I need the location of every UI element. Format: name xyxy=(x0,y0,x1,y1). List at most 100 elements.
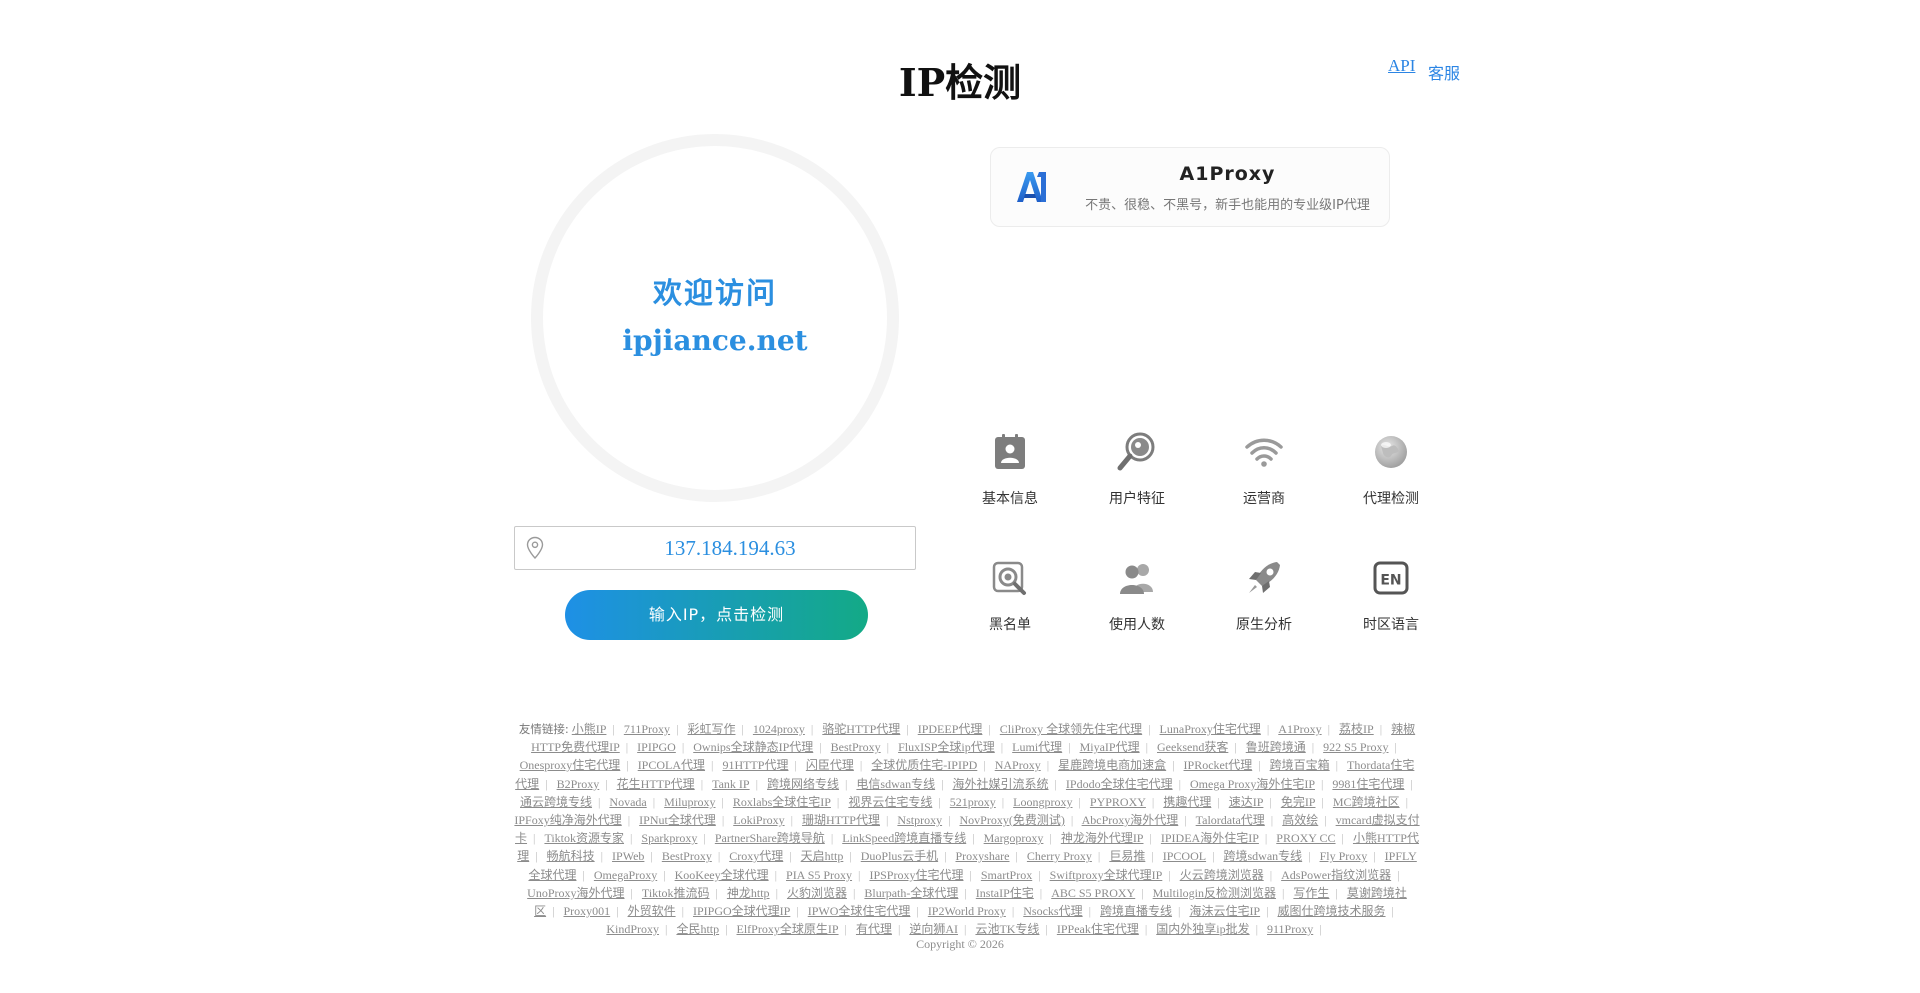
friend-link[interactable]: 9981住宅代理 xyxy=(1332,777,1404,791)
friend-link[interactable]: SmartProx xyxy=(981,868,1032,882)
friend-link[interactable]: 1024proxy xyxy=(753,722,805,736)
friend-link[interactable]: BestProxy xyxy=(831,740,881,754)
api-link[interactable]: API xyxy=(1388,56,1415,76)
friend-link[interactable]: KooKeey全球代理 xyxy=(675,868,769,882)
friend-link[interactable]: Blurpath-全球代理 xyxy=(864,886,958,900)
friend-link[interactable]: 跨境百宝箱 xyxy=(1270,758,1330,772)
friend-link[interactable]: 写作生 xyxy=(1293,886,1329,900)
friend-link[interactable]: NovProxy(免费测试) xyxy=(959,813,1064,827)
friend-link[interactable]: 全球优质住宅-IPIPD xyxy=(871,758,977,772)
friend-link[interactable]: ABC S5 PROXY xyxy=(1051,886,1135,900)
friend-link[interactable]: IPWeb xyxy=(612,849,644,863)
feature-proxy-check[interactable]: 代理检测 xyxy=(1331,430,1451,508)
friend-link[interactable]: Novada xyxy=(609,795,646,809)
friend-link[interactable]: 闪臣代理 xyxy=(806,758,854,772)
friend-link[interactable]: B2Proxy xyxy=(557,777,600,791)
feature-basic-info[interactable]: 基本信息 xyxy=(950,430,1070,508)
ip-input[interactable] xyxy=(555,527,905,569)
friend-link[interactable]: IPCOLA代理 xyxy=(638,758,705,772)
friend-link[interactable]: Talordata代理 xyxy=(1196,813,1265,827)
friend-link[interactable]: PartnerShare跨境导航 xyxy=(715,831,825,845)
friend-link[interactable]: LunaProxy住宅代理 xyxy=(1160,722,1261,736)
feature-isp[interactable]: 运营商 xyxy=(1204,430,1324,508)
friend-link[interactable]: ElfProxy全球原生IP xyxy=(737,922,839,936)
friend-link[interactable]: IPFoxy纯净海外代理 xyxy=(514,813,621,827)
friend-link[interactable]: 畅航科技 xyxy=(547,849,595,863)
friend-link[interactable]: Proxy001 xyxy=(563,904,610,918)
friend-link[interactable]: BestProxy xyxy=(662,849,712,863)
friend-link[interactable]: 有代理 xyxy=(856,922,892,936)
friend-link[interactable]: 火豹浏览器 xyxy=(787,886,847,900)
friend-link[interactable]: Proxyshare xyxy=(956,849,1010,863)
friend-link[interactable]: 神龙http xyxy=(727,886,770,900)
friend-link[interactable]: DuoPlus云手机 xyxy=(861,849,938,863)
friend-link[interactable]: 骆驼HTTP代理 xyxy=(822,722,900,736)
friend-link[interactable]: 火云跨境浏览器 xyxy=(1180,868,1264,882)
friend-link[interactable]: 海沫云住宅IP xyxy=(1189,904,1260,918)
friend-link[interactable]: Nstproxy xyxy=(897,813,942,827)
friend-link[interactable]: Fly Proxy xyxy=(1320,849,1368,863)
friend-link[interactable]: Margoproxy xyxy=(984,831,1044,845)
friend-link[interactable]: PYPROXY xyxy=(1090,795,1146,809)
friend-link[interactable]: IPdodo全球住宅代理 xyxy=(1066,777,1173,791)
friend-link[interactable]: FluxISP全球ip代理 xyxy=(898,740,995,754)
friend-link[interactable]: IPNut全球代理 xyxy=(639,813,716,827)
friend-link[interactable]: Onesproxy住宅代理 xyxy=(520,758,621,772)
friend-link[interactable]: Tiktok推流码 xyxy=(642,886,710,900)
friend-link[interactable]: 彩虹写作 xyxy=(687,722,735,736)
friend-link[interactable]: IPPeak住宅代理 xyxy=(1057,922,1139,936)
friend-link[interactable]: 神龙海外代理IP xyxy=(1061,831,1144,845)
friend-link[interactable]: Omega Proxy海外住宅IP xyxy=(1190,777,1315,791)
feature-timezone-language[interactable]: EN 时区语言 xyxy=(1331,556,1451,634)
friend-link[interactable]: IPSProxy住宅代理 xyxy=(869,868,963,882)
friend-link[interactable]: IPCOOL xyxy=(1163,849,1206,863)
friend-link[interactable]: IPIPGO xyxy=(637,740,676,754)
friend-link[interactable]: UnoProxy海外代理 xyxy=(527,886,624,900)
friend-link[interactable]: Tank IP xyxy=(712,777,750,791)
friend-link[interactable]: Lumi代理 xyxy=(1012,740,1062,754)
friend-link[interactable]: IPIDEA海外住宅IP xyxy=(1161,831,1259,845)
friend-link[interactable]: Swiftproxy全球代理IP xyxy=(1050,868,1163,882)
friend-link[interactable]: 电信sdwan专线 xyxy=(856,777,935,791)
friend-link[interactable]: Ownips全球静态IP代理 xyxy=(693,740,813,754)
friend-link[interactable]: 711Proxy xyxy=(624,722,670,736)
friend-link[interactable]: Loongproxy xyxy=(1013,795,1072,809)
friend-link[interactable]: 巨易推 xyxy=(1109,849,1145,863)
feature-user-count[interactable]: 使用人数 xyxy=(1077,556,1197,634)
friend-link[interactable]: Nsocks代理 xyxy=(1023,904,1082,918)
friend-link[interactable]: 云池TK专线 xyxy=(975,922,1039,936)
friend-link[interactable]: LokiProxy xyxy=(733,813,784,827)
friend-link[interactable]: 花生HTTP代理 xyxy=(617,777,695,791)
friend-link[interactable]: A1Proxy xyxy=(1278,722,1321,736)
friend-link[interactable]: 全民http xyxy=(676,922,719,936)
friend-link[interactable]: AdsPower指纹浏览器 xyxy=(1281,868,1391,882)
friend-link[interactable]: 911Proxy xyxy=(1267,922,1313,936)
friend-link[interactable]: 通云跨境专线 xyxy=(520,795,592,809)
friend-link[interactable]: IPWO全球住宅代理 xyxy=(808,904,911,918)
friend-link[interactable]: 外贸软件 xyxy=(628,904,676,918)
friend-link[interactable]: 视界云住宅专线 xyxy=(848,795,932,809)
friend-link[interactable]: InstaIP住宅 xyxy=(976,886,1034,900)
friend-link[interactable]: 速达IP xyxy=(1229,795,1264,809)
friend-link[interactable]: AbcProxy海外代理 xyxy=(1082,813,1179,827)
friend-link[interactable]: 高效绘 xyxy=(1282,813,1318,827)
friend-link[interactable]: 海外社媒引流系统 xyxy=(953,777,1049,791)
friend-link[interactable]: Tiktok资源专家 xyxy=(544,831,624,845)
friend-link[interactable]: Roxlabs全球住宅IP xyxy=(733,795,831,809)
friend-link[interactable]: Miluproxy xyxy=(664,795,715,809)
friend-link[interactable]: NAProxy xyxy=(995,758,1041,772)
friend-link[interactable]: 91HTTP代理 xyxy=(722,758,788,772)
friend-link[interactable]: 星鹿跨境电商加速盒 xyxy=(1058,758,1166,772)
friend-link[interactable]: IPDEEP代理 xyxy=(918,722,983,736)
friend-link[interactable]: 922 S5 Proxy xyxy=(1323,740,1388,754)
friend-link[interactable]: 免完IP xyxy=(1281,795,1316,809)
feature-native-analysis[interactable]: 原生分析 xyxy=(1204,556,1324,634)
customer-service-link[interactable]: 客服 xyxy=(1428,60,1460,84)
friend-link[interactable]: IPRocket代理 xyxy=(1184,758,1253,772)
friend-link[interactable]: 521proxy xyxy=(950,795,996,809)
check-ip-button[interactable]: 输入IP，点击检测 xyxy=(565,590,868,640)
friend-link[interactable]: 国内外独享ip批发 xyxy=(1156,922,1249,936)
friend-link[interactable]: MiyaIP代理 xyxy=(1080,740,1140,754)
friend-link[interactable]: Geeksend获客 xyxy=(1157,740,1228,754)
friend-link[interactable]: IPIPGO全球代理IP xyxy=(693,904,790,918)
